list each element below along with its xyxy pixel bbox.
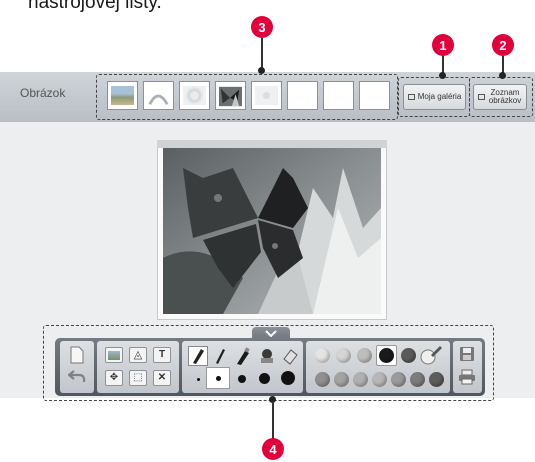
manual-caption: nástrojovej lišty. <box>28 0 162 13</box>
callout-badge-4: 4 <box>262 438 284 460</box>
app-title: Obrázok <box>20 86 66 100</box>
callout-region-2 <box>469 77 533 117</box>
callout-region-3 <box>96 74 398 120</box>
callout-badge-2: 2 <box>492 34 514 56</box>
callout-region-1 <box>398 77 470 117</box>
callout-badge-3: 3 <box>251 16 273 38</box>
callout-region-4 <box>43 325 494 401</box>
callout-badge-1: 1 <box>432 34 454 56</box>
butterfly-image <box>163 148 381 314</box>
